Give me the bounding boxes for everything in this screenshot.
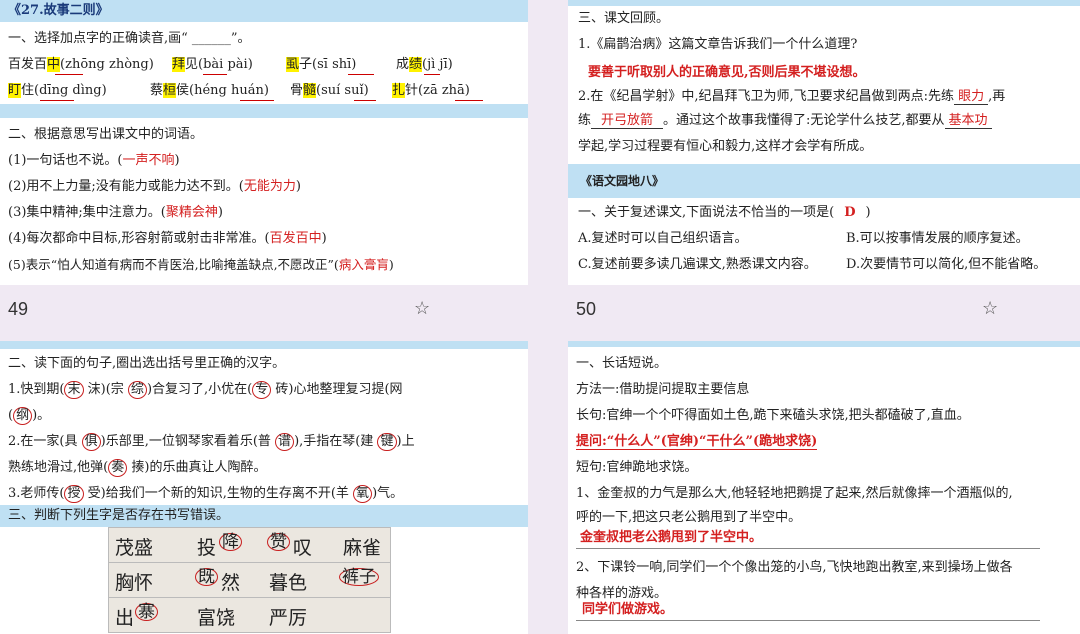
sentence-1-cont: (纲)。 [8, 407, 51, 425]
question-item: (1)一句话也不说。(一声不响) [8, 153, 180, 168]
slide-title: 《27.故事二则》 [8, 3, 109, 18]
review-question-2-cont: 练开弓放箭 。通过这个故事我懂得了:无论学什么技艺,都要从 基本功 [578, 112, 992, 130]
grid-cell-circled: 裤子 [339, 568, 379, 586]
hint-line: 提问:“什么人”(官绅)“干什么”(跪地求饶) [576, 434, 818, 450]
answer-underline [455, 100, 483, 101]
option-a[interactable]: A.复述时可以自己组织语言。 [578, 230, 748, 248]
sentence-3: 3.老师传(授 受)给我们一个新的知识,生物的生存离不开(羊 氧)气。 [8, 485, 404, 503]
pronunciation-item: 虱子(sī shī) [286, 57, 357, 72]
grid-cell-circled: 既 [195, 568, 218, 586]
grid-cell: 叹 [293, 537, 313, 559]
handwriting-grid-image: 茂盛 投 降 赞 叹 麻雀 胸怀 既 然 暮色 裤子 出 寨 富饶 严厉 [108, 527, 391, 633]
answer-underline [240, 100, 274, 101]
sentence-2: 2.在一家(具 俱)乐部里,一位钢琴家看着乐(普 谱),手指在琴(建 键)上 [8, 433, 415, 451]
sentence-2-cont: 熟练地滑过,他弹(奏 揍)的乐曲真让人陶醉。 [8, 459, 267, 477]
answer-underline [55, 74, 83, 75]
pronunciation-item: 骨髓(suí suǐ) [290, 83, 369, 98]
grid-row: 茂盛 投 降 赞 叹 麻雀 [109, 528, 390, 563]
grid-cell-circled: 降 [219, 533, 242, 551]
exercise-2-answer: 同学们做游戏。 [582, 602, 674, 617]
pronunciation-item: 拜见(bài pài) [172, 57, 253, 72]
exercise-1-line-2: 呼的一下,把这只老公鹅甩到了半空中。 [576, 510, 802, 525]
review-question-1: 1.《扁鹊治病》这篇文章告诉我们一个什么道理? [578, 37, 858, 52]
section-title: 一、长话短说。 [576, 356, 668, 371]
grid-cell: 胸怀 [115, 572, 154, 594]
slide-50[interactable]: 三、课文回顾。 1.《扁鹊治病》这篇文章告诉我们一个什么道理? 要善于听取别人的… [568, 0, 1080, 285]
question-item: (3)集中精神;集中注意力。(聚精会神) [8, 205, 223, 220]
question-2-title: 二、根据意思写出课文中的词语。 [8, 127, 204, 142]
review-question-2: 2.在《纪昌学射》中,纪昌拜飞卫为师,飞卫要求纪昌做到两点:先练 眼力 ,再 [578, 89, 1006, 105]
answer-underline [354, 100, 376, 101]
grid-cell: 然 [221, 572, 241, 594]
question-3-title: 三、判断下列生字是否存在书写错误。 [8, 508, 230, 523]
grid-cell: 投 [197, 537, 217, 559]
pronunciation-item: 百发百中(zhōng zhòng) [8, 57, 154, 72]
star-icon[interactable]: ☆ [414, 298, 430, 319]
exercise-2-line-1: 2、下课铃一响,同学们一个个像出笼的小鸟,飞快地跑出教室,来到操场上做各 [576, 560, 1013, 575]
page-number: 50 [576, 299, 597, 319]
slide-49[interactable]: 《27.故事二则》 一、选择加点字的正确读音,画“ ______”。 百发百中(… [0, 0, 528, 285]
grid-row: 出 寨 富饶 严厉 [109, 598, 390, 632]
slide-header-band [568, 0, 1080, 6]
pronunciation-item: 扎针(zā zhā) [392, 83, 470, 98]
short-sentence: 短句:官绅跪地求饶。 [576, 460, 698, 475]
grid-cell: 严厉 [269, 607, 308, 629]
grid-cell: 茂盛 [115, 537, 154, 559]
exercise-1-answer: 金奎叔把老公鹅甩到了半空中。 [580, 530, 763, 545]
option-c[interactable]: C.复述前要多读几遍课文,熟悉课文内容。 [578, 256, 817, 274]
option-b[interactable]: B.可以按事情发展的顺序复述。 [846, 230, 1029, 248]
pronunciation-item: 蔡桓侯(héng huán) [150, 83, 269, 98]
exercise-1-line-1: 1、金奎叔的力气是那么大,他轻轻地把鹅提了起来,然后就像摔一个酒瓶似的, [576, 486, 1013, 501]
question-item: (5)表示“怕人知道有病而不肯医治,比喻掩盖缺点,不愿改正”(病入膏肓) [8, 257, 394, 272]
review-answer-1: 要善于听取别人的正确意见,否则后果不堪设想。 [588, 65, 866, 80]
grid-cell-circled: 寨 [135, 603, 158, 621]
section-separator [0, 104, 528, 118]
question-2-title: 二、读下面的句子,圈出选出括号里正确的汉字。 [8, 356, 286, 371]
grid-cell: 麻雀 [343, 537, 382, 559]
slide-52[interactable]: 一、长话短说。 方法一:借助提问提取主要信息 长句:官绅一个个吓得面如土色,跪下… [568, 341, 1080, 634]
method-line: 方法一:借助提问提取主要信息 [576, 382, 750, 397]
slide-header-band [0, 341, 528, 349]
answer-line [576, 548, 1040, 549]
grid-cell-circled: 赞 [267, 533, 290, 551]
pronunciation-item: 成绩(jì jī) [396, 57, 453, 72]
long-sentence: 长句:官绅一个个吓得面如土色,跪下来磕头求饶,把头都磕破了,直血。 [576, 408, 970, 423]
grid-row: 胸怀 既 然 暮色 裤子 [109, 563, 390, 598]
grid-cell: 暮色 [269, 572, 308, 594]
grid-cell: 富饶 [197, 607, 236, 629]
page-number: 49 [8, 299, 29, 319]
question-item: (4)每次都命中目标,形容射箭或射击非常准。(百发百中) [8, 231, 327, 246]
answer-underline [424, 74, 440, 75]
garden-title: 《语文园地八》 [580, 174, 665, 188]
answer-underline [40, 100, 74, 101]
sentence-1: 1.快到期(末 沫)(宗 综)合复习了,小优在(专 砖)心地整理复习提(网 [8, 381, 403, 399]
answer-line [576, 620, 1040, 621]
question-1-title: 一、选择加点字的正确读音,画“ ______”。 [8, 31, 251, 46]
question-item: (2)用不上力量;没有能力或能力达不到。(无能为力) [8, 179, 301, 194]
slide-header-band [568, 341, 1080, 347]
review-question-2-end: 学起,学习过程要有恒心和毅力,这样才会学有所成。 [578, 139, 873, 154]
answer-underline [348, 74, 374, 75]
grid-cell: 出 [115, 607, 135, 629]
answer-underline [203, 74, 227, 75]
star-icon[interactable]: ☆ [982, 298, 998, 319]
pronunciation-item: 盯住(dīng dìng) [8, 83, 107, 98]
garden-question: 一、关于复述课文,下面说法不恰当的一项是(D) [578, 205, 871, 220]
review-title: 三、课文回顾。 [578, 11, 670, 26]
option-d[interactable]: D.次要情节可以简化,但不能省略。 [846, 256, 1046, 274]
